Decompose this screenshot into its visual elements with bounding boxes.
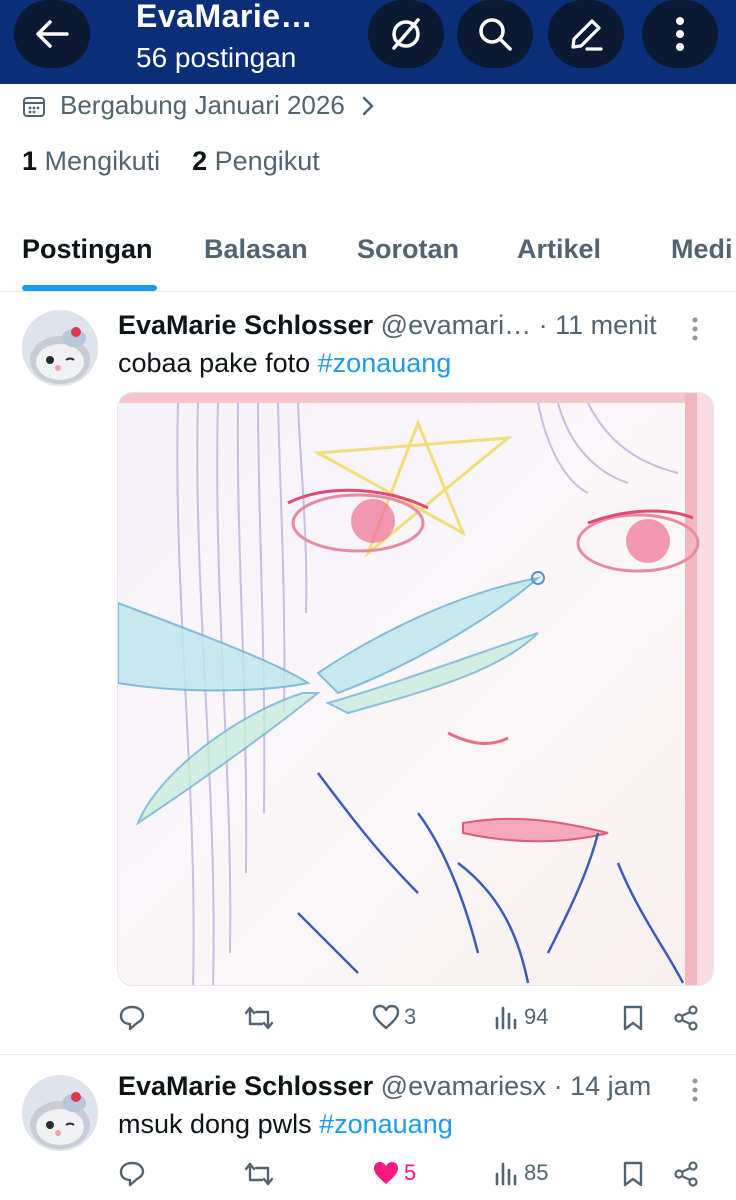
views-count: 85 xyxy=(524,1160,549,1185)
repost-icon xyxy=(244,1162,274,1186)
follow-stats: 1 Mengikuti 2 Pengikut xyxy=(22,146,320,177)
more-vertical-icon xyxy=(676,17,684,51)
hashtag-link[interactable]: #zonauang xyxy=(318,348,452,378)
views-chart-icon xyxy=(495,1006,517,1030)
hashtag-link[interactable]: #zonauang xyxy=(319,1109,453,1139)
like-count: 5 xyxy=(404,1160,417,1185)
chevron-right-icon xyxy=(362,96,374,115)
like-button[interactable]: 3 xyxy=(372,1004,416,1030)
post-text: cobaa pake foto #zonauang xyxy=(118,348,451,379)
edit-button[interactable] xyxy=(548,0,624,68)
joined-date-row[interactable]: Bergabung Januari 2026 xyxy=(22,90,375,121)
reply-button[interactable] xyxy=(118,1004,150,1032)
calendar-icon xyxy=(23,96,45,117)
more-vertical-icon[interactable] xyxy=(690,1077,700,1103)
author-handle[interactable]: @evamariesx xyxy=(381,1071,546,1101)
avatar[interactable] xyxy=(22,1075,98,1151)
following-count: 1 xyxy=(22,146,38,176)
tab-media[interactable]: Medi xyxy=(671,234,733,265)
views-button[interactable]: 85 xyxy=(494,1160,548,1186)
post-time: · 11 menit xyxy=(538,310,657,340)
like-count: 3 xyxy=(404,1004,417,1029)
joined-date: Bergabung Januari 2026 xyxy=(60,90,345,120)
like-button[interactable]: 5 xyxy=(372,1160,416,1186)
reply-icon xyxy=(119,1005,145,1031)
profile-tabs: Postingan Balasan Sorotan Artikel Medi xyxy=(0,226,736,292)
author-name[interactable]: EvaMarie Schlosser xyxy=(118,1071,373,1101)
post-actions: 3 94 xyxy=(0,1004,736,1044)
repost-button[interactable] xyxy=(244,1160,278,1188)
bookmark-icon xyxy=(623,1005,643,1031)
following-label: Mengikuti xyxy=(44,146,161,176)
reply-icon xyxy=(119,1161,145,1187)
share-button[interactable] xyxy=(672,1160,700,1188)
views-chart-icon xyxy=(495,1162,517,1186)
following-link[interactable]: 1 Mengikuti xyxy=(22,146,160,177)
tab-sorotan[interactable]: Sorotan xyxy=(357,234,459,265)
tab-artikel[interactable]: Artikel xyxy=(517,234,601,265)
heart-outline-icon xyxy=(372,1004,400,1030)
views-count: 94 xyxy=(524,1004,549,1029)
followers-link[interactable]: 2 Pengikut xyxy=(192,146,320,177)
header-post-count: 56 postingan xyxy=(136,42,297,73)
header-title: EvaMarie… xyxy=(136,0,314,34)
repost-icon xyxy=(244,1006,274,1030)
author-name[interactable]: EvaMarie Schlosser xyxy=(118,310,373,340)
followers-label: Pengikut xyxy=(214,146,320,176)
top-header: EvaMarie… 56 postingan xyxy=(0,0,736,84)
followers-count: 2 xyxy=(192,146,208,176)
share-button[interactable] xyxy=(672,1004,700,1032)
bookmark-button[interactable] xyxy=(622,1160,644,1188)
grok-icon xyxy=(392,18,420,50)
search-button[interactable] xyxy=(457,0,533,68)
search-icon xyxy=(479,18,512,51)
post-text-body: cobaa pake foto xyxy=(118,348,318,378)
repost-button[interactable] xyxy=(244,1004,278,1032)
tab-balasan[interactable]: Balasan xyxy=(204,234,308,265)
post-header: EvaMarie Schlosser @evamariesx · 14 jam xyxy=(118,1071,651,1102)
more-options-button[interactable] xyxy=(642,0,718,68)
share-icon xyxy=(674,1161,698,1187)
bookmark-icon xyxy=(623,1161,643,1187)
more-vertical-icon[interactable] xyxy=(690,316,700,342)
back-arrow-icon xyxy=(36,20,69,48)
active-tab-indicator xyxy=(22,285,157,291)
edit-icon xyxy=(571,19,603,51)
back-button[interactable] xyxy=(14,0,90,68)
bookmark-button[interactable] xyxy=(622,1004,644,1032)
tab-postingan[interactable]: Postingan xyxy=(22,234,153,265)
post-text: msuk dong pwls #zonauang xyxy=(118,1109,453,1140)
post-header: EvaMarie Schlosser @evamari… · 11 menit xyxy=(118,310,657,341)
author-handle[interactable]: @evamari… xyxy=(381,310,531,340)
reply-button[interactable] xyxy=(118,1160,150,1188)
post-text-body: msuk dong pwls xyxy=(118,1109,320,1139)
post-actions: 5 85 xyxy=(0,1160,736,1200)
post-item[interactable]: EvaMarie Schlosser @evamariesx · 14 jam … xyxy=(0,1055,736,1200)
post-time: · 14 jam xyxy=(553,1071,652,1101)
post-image[interactable] xyxy=(117,392,714,986)
grok-button[interactable] xyxy=(368,0,444,68)
post-item[interactable]: EvaMarie Schlosser @evamari… · 11 menit … xyxy=(0,292,736,1054)
share-icon xyxy=(674,1005,698,1031)
views-button[interactable]: 94 xyxy=(494,1004,548,1030)
heart-filled-icon xyxy=(374,1162,398,1184)
avatar[interactable] xyxy=(22,310,98,386)
